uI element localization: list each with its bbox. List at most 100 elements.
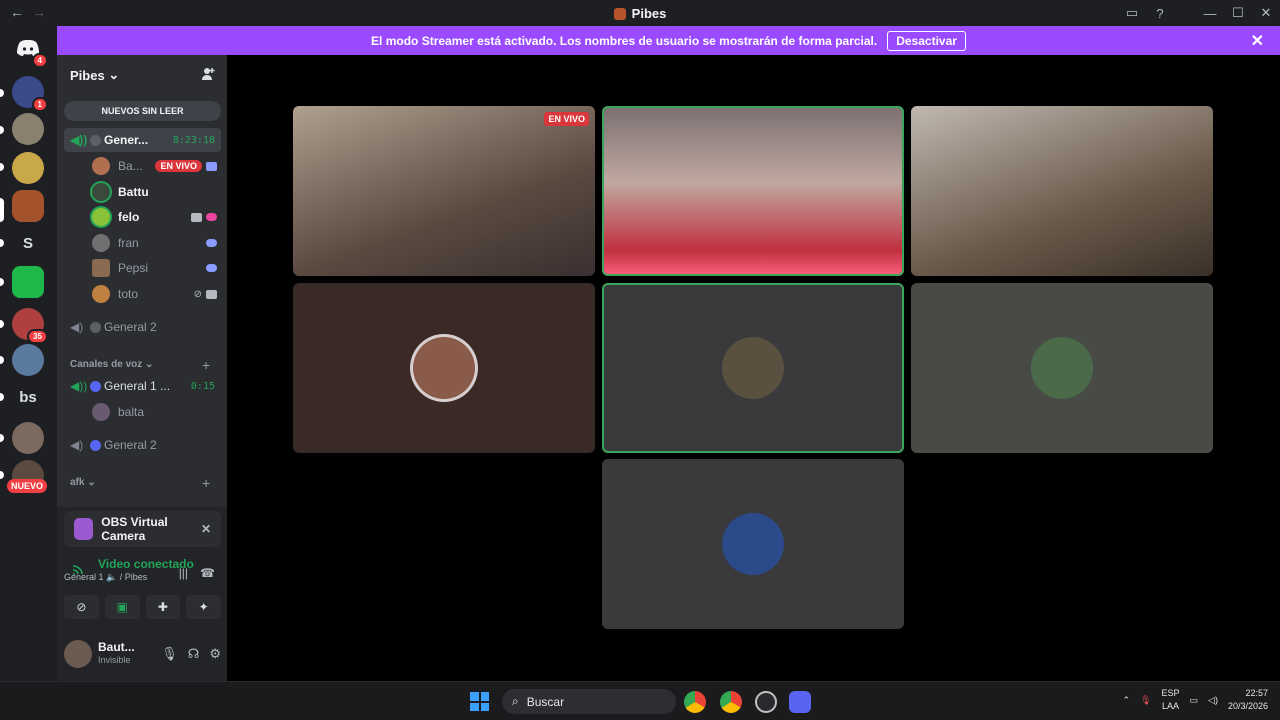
- obs-camera-card[interactable]: OBS Virtual Camera ✕: [64, 511, 221, 547]
- user-status-icons: [191, 212, 217, 222]
- activities-button[interactable]: ✚: [145, 595, 181, 619]
- close-button[interactable]: ✕: [1252, 5, 1280, 21]
- tile-avatar-3[interactable]: [911, 283, 1213, 453]
- voice-channel-active[interactable]: ◀)) Gener... 8:23:18: [64, 128, 221, 152]
- muted-mic-icon: ⊘: [193, 288, 202, 300]
- tile-avatar-1[interactable]: [293, 283, 595, 453]
- voice-channel[interactable]: ◀) General 2: [64, 315, 221, 339]
- channel-name: General 2: [104, 320, 157, 334]
- chevron-down-icon: ⌄: [108, 67, 120, 82]
- microphone-icon[interactable]: 🎙: [161, 646, 178, 662]
- server-list: 4 1 S 35 bs NUEVO: [0, 26, 57, 681]
- clock[interactable]: 22:57 20/3/2026: [1228, 687, 1268, 713]
- category-label: Canales de voz: [70, 359, 143, 370]
- chevron-up-icon[interactable]: ⌃: [1123, 695, 1131, 706]
- voice-user[interactable]: Pepsi: [92, 256, 221, 280]
- server-icon[interactable]: [12, 190, 44, 222]
- server-icon[interactable]: 1: [12, 76, 48, 112]
- avatar: [92, 234, 110, 252]
- avatar: [722, 337, 784, 399]
- add-channel-icon[interactable]: +: [202, 357, 210, 373]
- microphone-icon[interactable]: 🎙: [1140, 695, 1151, 706]
- voice-user[interactable]: balta: [92, 400, 221, 424]
- tile-cam-2[interactable]: [602, 106, 904, 276]
- server-bs-icon[interactable]: bs: [12, 381, 44, 413]
- video-grid: EN VIVO: [227, 55, 1280, 681]
- speaker-icon: ◀): [70, 438, 84, 452]
- voice-channel[interactable]: ◀)) General 1 ... 0:15: [64, 374, 221, 398]
- category-afk[interactable]: afk ⌄ +: [70, 475, 210, 491]
- tile-avatar-4[interactable]: [602, 459, 904, 629]
- network-icon[interactable]: ▭: [1190, 695, 1199, 706]
- camera-off-button[interactable]: ⊘: [64, 595, 99, 619]
- soundboard-button[interactable]: ✦: [186, 595, 221, 619]
- voice-channel[interactable]: ◀) General 2: [64, 433, 221, 457]
- server-icon[interactable]: [12, 113, 44, 145]
- voice-user[interactable]: Ba... EN VIVO: [92, 154, 221, 178]
- signal-icon: [72, 563, 86, 578]
- server-k-icon[interactable]: [12, 266, 44, 298]
- voice-user[interactable]: Battu: [92, 180, 221, 204]
- window-title: Pibes: [0, 6, 1280, 21]
- channel-status-icon: [90, 380, 101, 392]
- user-status-icons: ⊘: [194, 289, 217, 300]
- voice-user[interactable]: fran: [92, 231, 221, 255]
- discord-home-icon[interactable]: 4: [12, 32, 48, 68]
- tile-cam-3[interactable]: [911, 106, 1213, 276]
- live-badge: EN VIVO: [155, 160, 202, 172]
- disconnect-icon[interactable]: ☎: [200, 566, 215, 580]
- search-box[interactable]: ⌕ Buscar: [502, 689, 676, 714]
- server-icon[interactable]: 35: [12, 308, 48, 344]
- server-header[interactable]: Pibes ⌄: [57, 55, 227, 95]
- voice-controls: ⊘ ▣ ✚ ✦: [64, 595, 221, 619]
- headphones-icon[interactable]: ☊: [188, 646, 200, 662]
- close-icon[interactable]: ✕: [1251, 31, 1264, 51]
- start-button[interactable]: [470, 692, 489, 711]
- new-unread-button[interactable]: NUEVOS SIN LEER: [64, 101, 221, 121]
- language-indicator[interactable]: ESP LAA: [1162, 687, 1180, 713]
- avatar[interactable]: [64, 640, 92, 668]
- avatar: [92, 157, 110, 175]
- category-voice-channels[interactable]: Canales de voz ⌄ +: [70, 357, 210, 373]
- gear-icon[interactable]: ⚙: [209, 646, 221, 662]
- voice-panel: OBS Virtual Camera ✕ Video conectado Gene…: [57, 507, 227, 681]
- user-status-icons: EN VIVO: [155, 160, 217, 172]
- camera-app-icon: [74, 518, 94, 540]
- server-icon[interactable]: [12, 422, 44, 454]
- minimize-button[interactable]: —: [1196, 6, 1224, 21]
- maximize-button[interactable]: ☐: [1224, 5, 1252, 21]
- help-icon[interactable]: ?: [1146, 6, 1174, 21]
- channel-name: General 2: [104, 438, 157, 452]
- speaker-icon: ◀)): [70, 133, 88, 147]
- volume-icon[interactable]: ◁): [1208, 695, 1218, 706]
- tile-avatar-2[interactable]: [602, 283, 904, 453]
- user-status: Invisible: [98, 655, 131, 665]
- voice-user[interactable]: toto ⊘: [92, 282, 221, 306]
- voice-user[interactable]: felo: [92, 205, 221, 229]
- noise-suppression-icon[interactable]: |||: [179, 566, 188, 580]
- server-icon: [613, 8, 626, 20]
- stop-stream-icon[interactable]: ✕: [201, 522, 211, 536]
- deactivate-button[interactable]: Desactivar: [887, 30, 966, 51]
- user-info[interactable]: Baut... Invisible: [98, 641, 135, 667]
- date: 20/3/2026: [1227, 701, 1268, 711]
- tile-stream[interactable]: EN VIVO: [293, 106, 595, 276]
- chrome-icon[interactable]: [684, 691, 706, 713]
- notification-badge: 1: [31, 97, 48, 112]
- unread-pill: [0, 434, 4, 442]
- avatar: [92, 183, 110, 201]
- new-badge[interactable]: NUEVO: [7, 479, 48, 493]
- server-icon[interactable]: [12, 152, 44, 184]
- obs-title: OBS Virtual Camera: [101, 515, 168, 543]
- screen-share-button[interactable]: ▣: [104, 595, 140, 619]
- add-friend-icon[interactable]: [201, 67, 215, 81]
- discord-icon[interactable]: [789, 691, 811, 713]
- server-s-icon[interactable]: S: [12, 227, 44, 259]
- inbox-icon[interactable]: ▭: [1118, 5, 1146, 21]
- server-icon[interactable]: [12, 344, 44, 376]
- obs-icon[interactable]: [755, 691, 777, 713]
- channel-status-icon: [90, 321, 101, 333]
- chrome-profile-icon[interactable]: [720, 691, 742, 713]
- add-channel-icon[interactable]: +: [202, 475, 210, 491]
- camera-icon: [191, 212, 202, 222]
